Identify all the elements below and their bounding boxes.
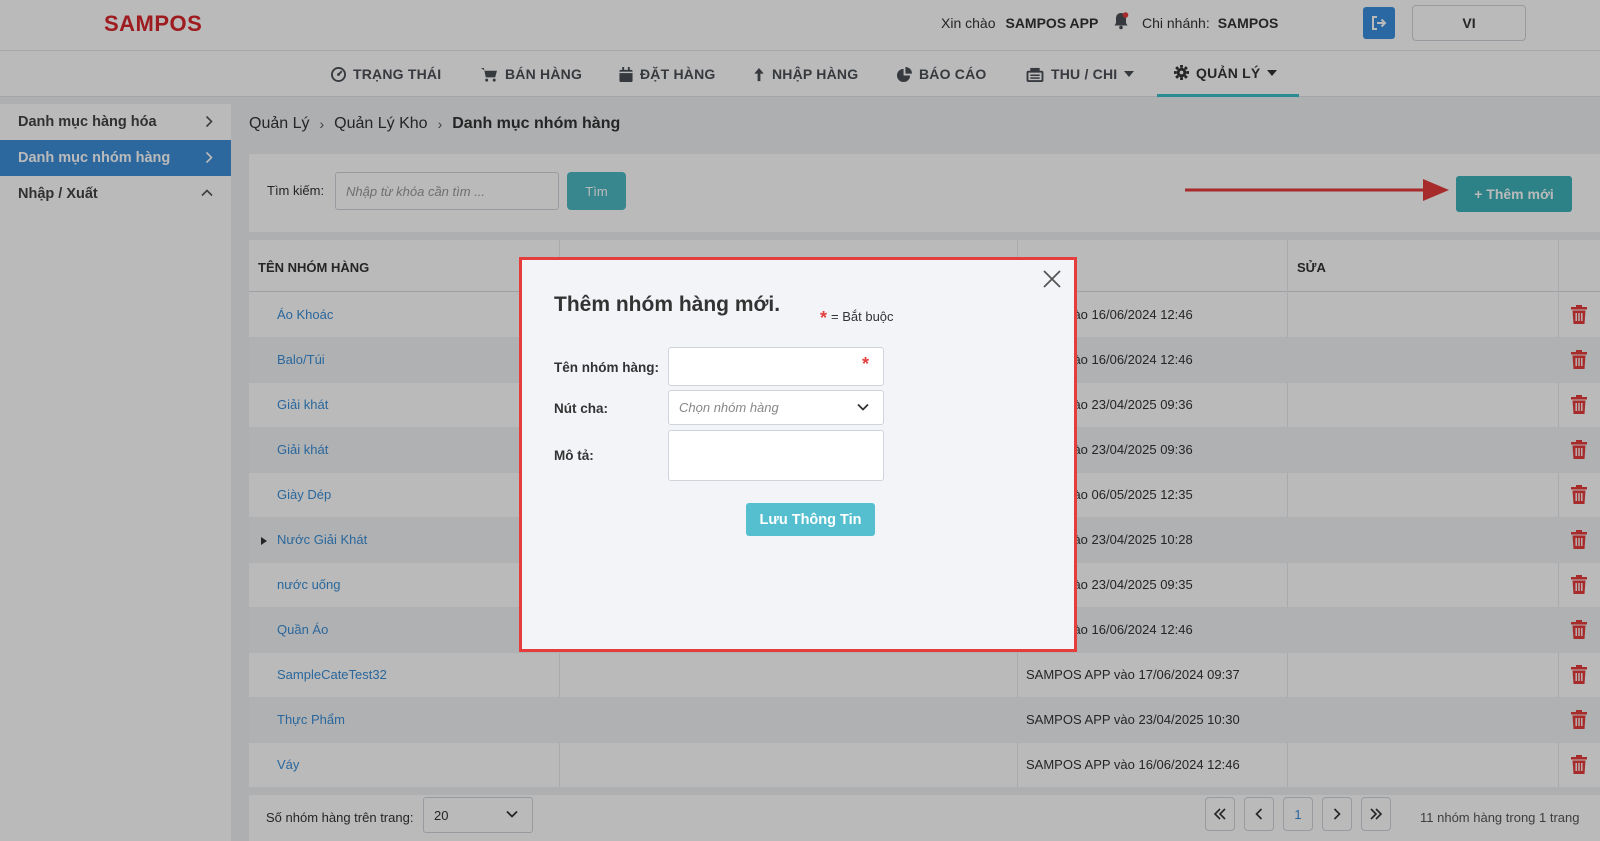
parent-select[interactable]: Chọn nhóm hàng — [668, 390, 884, 425]
chevron-down-icon — [857, 403, 869, 411]
name-field[interactable]: * — [668, 347, 884, 386]
required-star: * — [861, 354, 869, 374]
save-button[interactable]: Lưu Thông Tin — [746, 503, 875, 536]
add-category-modal: Thêm nhóm hàng mới. * = Bắt buộc Tên nhóm… — [519, 257, 1077, 652]
modal-title: Thêm nhóm hàng mới. — [554, 293, 781, 316]
name-field-label: Tên nhóm hàng: — [554, 360, 659, 375]
parent-select-placeholder: Chọn nhóm hàng — [679, 400, 779, 415]
description-field-label: Mô tả: — [554, 448, 594, 463]
required-star: * — [820, 308, 828, 328]
parent-field-label: Nút cha: — [554, 401, 608, 416]
close-icon[interactable] — [1041, 268, 1063, 290]
required-note: = Bắt buộc — [831, 309, 894, 324]
required-legend: * = Bắt buộc — [820, 305, 894, 328]
description-field[interactable] — [668, 430, 884, 481]
